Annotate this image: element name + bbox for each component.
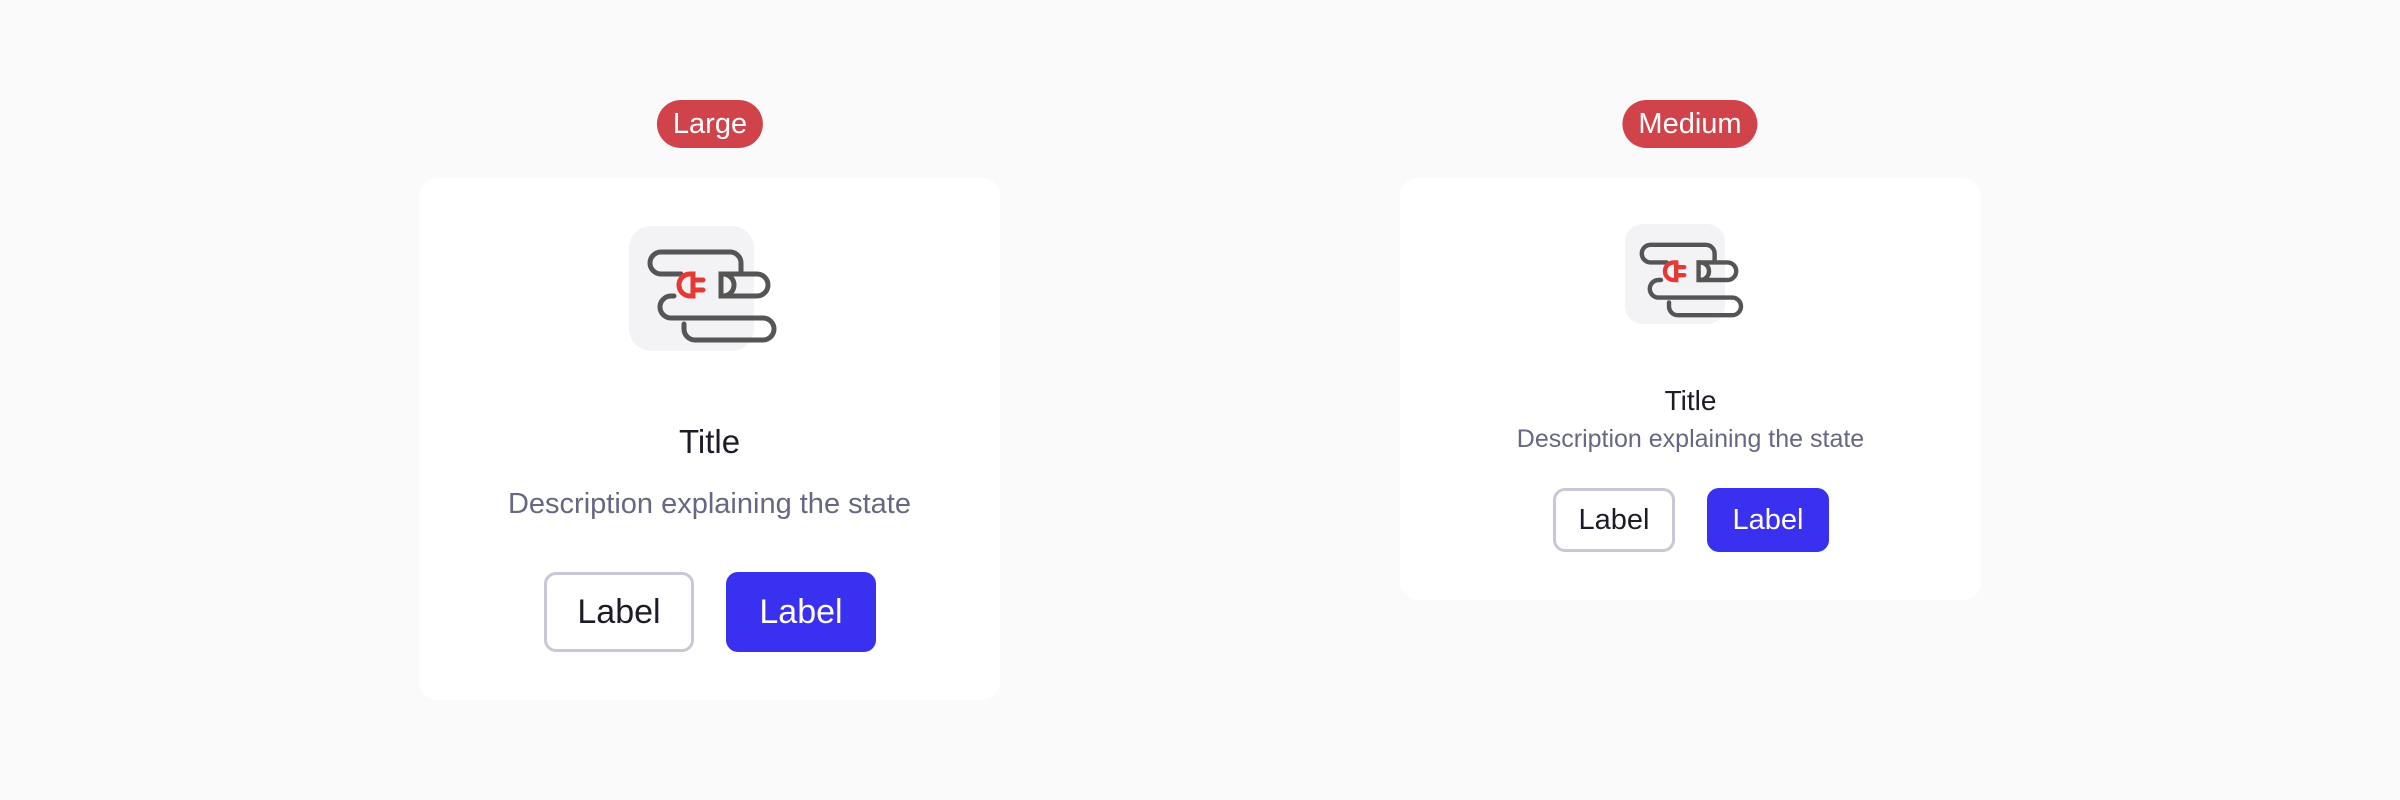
empty-state-card-large: Title Description explaining the state L… [419, 178, 1000, 700]
empty-state-title: Title [1664, 385, 1717, 416]
primary-button[interactable]: Label [726, 572, 876, 652]
empty-state-description: Description explaining the state [507, 488, 911, 520]
unplugged-cable-icon [1625, 224, 1745, 344]
canvas: Large Title Description explaining the s… [0, 0, 2400, 800]
secondary-button[interactable]: Label [544, 572, 694, 652]
size-badge-large: Large [656, 100, 764, 148]
empty-state-card-medium: Title Description explaining the state L… [1400, 178, 1981, 600]
primary-button[interactable]: Label [1707, 488, 1829, 552]
empty-state-description: Description explaining the state [1516, 425, 1865, 453]
secondary-button[interactable]: Label [1553, 488, 1675, 552]
size-badge-medium: Medium [1622, 100, 1758, 148]
unplugged-cable-icon [629, 226, 779, 376]
empty-state-title: Title [678, 423, 741, 460]
